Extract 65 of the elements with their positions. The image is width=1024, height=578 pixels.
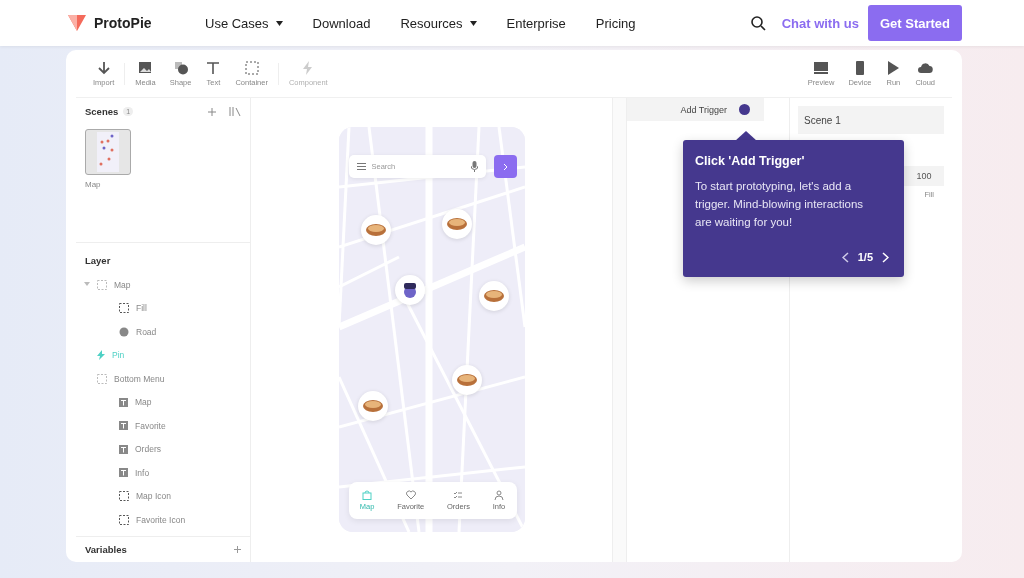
layer-item[interactable]: Favorite [85, 414, 241, 438]
heart-icon [405, 490, 416, 500]
microphone-icon[interactable] [470, 161, 478, 172]
section-title: Scenes [85, 106, 119, 117]
checklist-icon [453, 490, 464, 500]
scene-thumbnail[interactable] [85, 129, 131, 175]
layer-item[interactable]: Map Icon [85, 484, 241, 508]
nav-link[interactable]: Pricing [595, 15, 636, 31]
nav-link[interactable]: Download [312, 15, 371, 31]
image-icon [137, 60, 154, 75]
chevron-right-icon [502, 162, 508, 171]
layer-item[interactable]: Info [85, 461, 241, 485]
text-layer-icon [119, 444, 128, 454]
caret-icon [275, 20, 283, 26]
scene-name-field[interactable]: Scene 1 [798, 106, 944, 134]
nav-link[interactable]: Resources [400, 15, 477, 31]
section-title: Variables [85, 544, 127, 555]
add-trigger-row[interactable]: Add Trigger [627, 98, 764, 121]
shape-icon [172, 60, 189, 75]
next-button[interactable] [882, 251, 889, 263]
layer-item[interactable]: Fill [85, 296, 241, 320]
page-indicator: 1/5 [857, 251, 873, 263]
layer-item[interactable]: Favorite Icon [85, 508, 241, 532]
text-icon [205, 60, 222, 75]
section-title: Layer [85, 255, 111, 266]
previous-button[interactable] [841, 251, 849, 263]
person-icon [493, 490, 504, 500]
text-layer-icon [119, 421, 128, 431]
dashed-square-icon [119, 303, 129, 314]
add-icon[interactable] [234, 546, 241, 553]
dashed-square-icon [119, 514, 129, 525]
search-icon[interactable] [750, 15, 766, 31]
layer-item[interactable]: Map [85, 273, 241, 297]
dot-icon [739, 104, 750, 115]
download-icon [95, 60, 112, 75]
columns-icon[interactable] [229, 107, 241, 116]
caret-icon [469, 20, 477, 26]
layer-item[interactable]: Map [85, 390, 241, 414]
scene-name: Map [85, 180, 102, 189]
layer-item[interactable]: Road [85, 320, 241, 344]
bag-icon [362, 490, 373, 500]
dashed-square-icon [97, 279, 107, 290]
circle-icon [119, 326, 129, 337]
layer-item[interactable]: Bottom Menu [85, 367, 241, 391]
monitor-icon [813, 60, 830, 75]
brand-name: ProtoPie [94, 15, 152, 31]
add-icon[interactable] [208, 107, 216, 116]
text-layer-icon [119, 397, 128, 407]
opacity-field[interactable]: 100 [904, 166, 944, 186]
nav-link[interactable]: Enterprise [506, 15, 566, 31]
chat-link[interactable]: Chat with us [781, 15, 859, 31]
cloud-icon [917, 60, 934, 75]
tooltip-title: Click 'Add Trigger' [695, 154, 806, 168]
tooltip-text: To start prototyping, let's add a trigger. Mind-blowing interactions are waiting for you! [695, 179, 865, 230]
layer-item[interactable]: Orders [85, 437, 241, 461]
dashed-square-icon [119, 491, 129, 502]
nav-link[interactable]: Use Cases [205, 15, 283, 31]
text-layer-icon [119, 468, 128, 478]
lightning-icon [97, 350, 105, 361]
get-started-button[interactable]: Get Started [867, 5, 962, 41]
dashed-square-icon [97, 373, 107, 384]
scene-preview-drawing [97, 132, 119, 172]
menu-icon[interactable] [356, 163, 366, 170]
logo-icon [68, 15, 86, 31]
dashed-square-icon [243, 60, 260, 75]
